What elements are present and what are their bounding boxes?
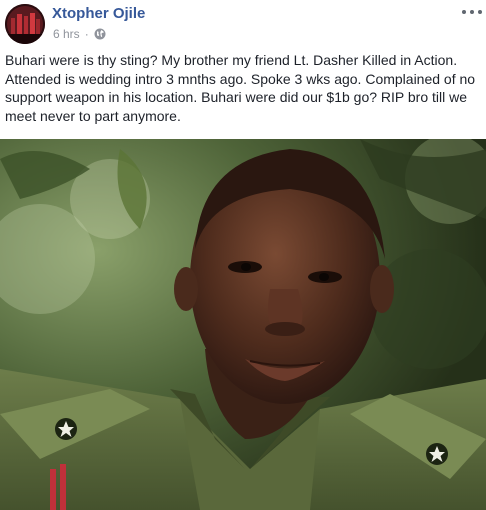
meta-separator: · (84, 27, 89, 41)
post-photo[interactable] (0, 139, 486, 510)
author-avatar[interactable] (5, 4, 45, 44)
facebook-post: Xtopher Ojile 6 hrs · Buhari were is thy… (0, 0, 486, 510)
globe-icon[interactable] (94, 28, 106, 40)
post-text: Buhari were is thy sting? My brother my … (5, 52, 476, 124)
post-timestamp[interactable]: 6 hrs (53, 27, 80, 41)
more-dot (478, 10, 482, 14)
more-options-icon[interactable] (462, 6, 482, 18)
post-header: Xtopher Ojile 6 hrs · (0, 0, 486, 48)
post-meta: 6 hrs · (53, 27, 106, 41)
portrait-photo (0, 139, 486, 510)
avatar-image (5, 4, 45, 44)
more-dot (470, 10, 474, 14)
author-name[interactable]: Xtopher Ojile (52, 5, 145, 22)
more-dot (462, 10, 466, 14)
